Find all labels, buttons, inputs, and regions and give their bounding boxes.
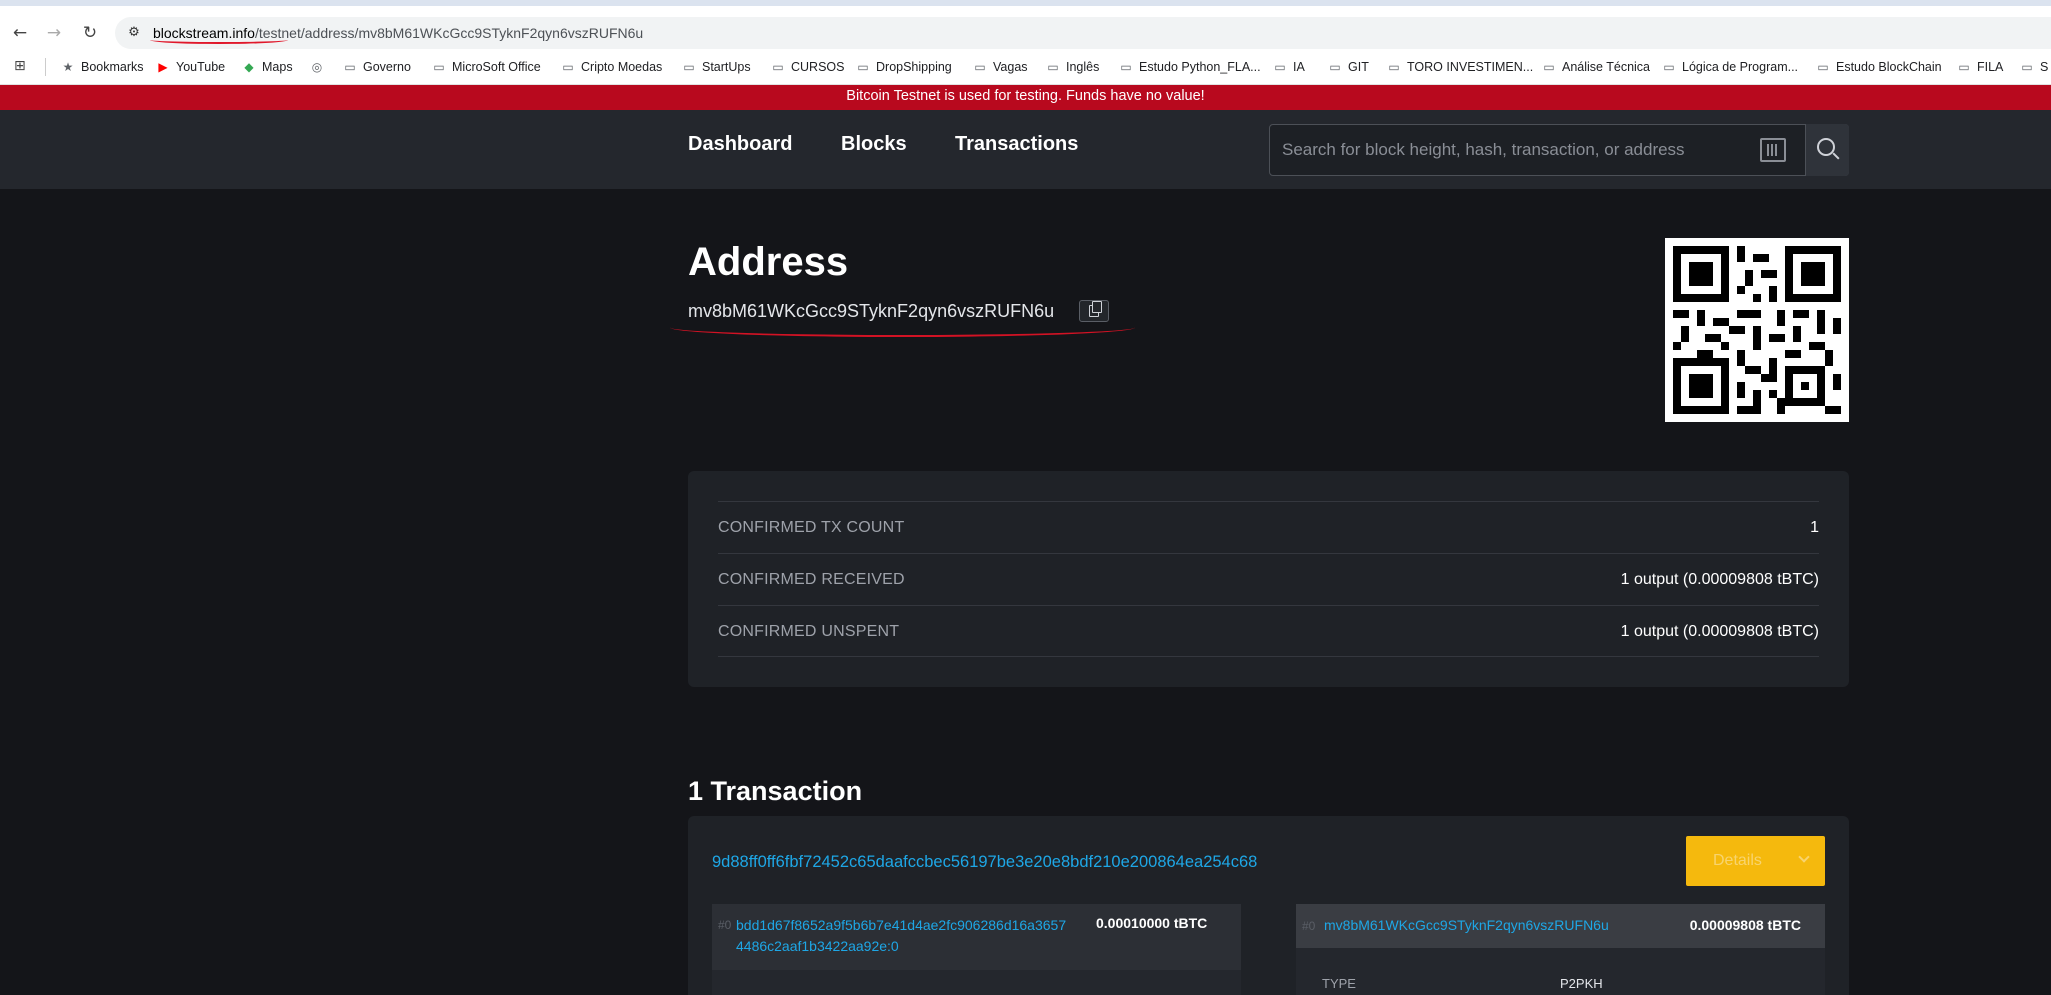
- transaction-card: 9d88ff0ff6fbf72452c65daafccbec56197be3e2…: [688, 816, 1849, 995]
- testnet-warning-banner: Bitcoin Testnet is used for testing. Fun…: [0, 85, 2051, 110]
- folder-icon: ▭: [683, 60, 695, 74]
- folder-icon: ▭: [1817, 60, 1829, 74]
- site-info-icon[interactable]: ⚙: [125, 24, 143, 42]
- output-amount: 0.00009808 tBTC: [1689, 917, 1801, 933]
- folder-icon: ▭: [1274, 60, 1286, 74]
- bookmark-folder[interactable]: ▭ StartUps: [681, 58, 750, 76]
- bookmark-folder[interactable]: ▭ Vagas: [972, 58, 1027, 76]
- transaction-output: #0 mv8bM61WKcGcc9STyknF2qyn6vszRUFN6u 0.…: [1296, 904, 1825, 995]
- transaction-input: #0 bdd1d67f8652a9f5b6b7e41d4ae2fc906286d…: [712, 904, 1241, 995]
- search-button[interactable]: [1805, 124, 1849, 176]
- stat-label: CONFIRMED RECEIVED: [718, 571, 905, 588]
- bookmark-folder[interactable]: ▭ GIT: [1327, 58, 1369, 76]
- address-qr-code: [1665, 238, 1849, 422]
- folder-icon: ▭: [1047, 60, 1059, 74]
- output-type-label: TYPE: [1322, 976, 1356, 991]
- stat-row-tx-count: CONFIRMED TX COUNT 1: [718, 501, 1819, 553]
- folder-icon: ▭: [433, 60, 445, 74]
- address-stats-card: CONFIRMED TX COUNT 1 CONFIRMED RECEIVED …: [688, 471, 1849, 687]
- folder-icon: ▭: [1120, 60, 1132, 74]
- nav-transactions[interactable]: Transactions: [955, 133, 1078, 156]
- back-icon[interactable]: ←: [6, 19, 34, 47]
- stat-value: 1 output (0.00009808 tBTC): [1620, 571, 1819, 588]
- bookmark-folder[interactable]: ▭ IA: [1272, 58, 1304, 76]
- page-title: Address: [688, 240, 849, 284]
- stat-value: 1: [1810, 519, 1819, 536]
- input-amount: 0.00010000 tBTC: [1096, 915, 1208, 931]
- copy-icon: [1089, 301, 1102, 317]
- forward-icon[interactable]: →: [40, 19, 68, 47]
- star-icon: ★: [62, 60, 74, 74]
- transaction-id-link[interactable]: 9d88ff0ff6fbf72452c65daafccbec56197be3e2…: [712, 853, 1257, 872]
- bookmark-folder[interactable]: ▭ S: [2019, 58, 2048, 76]
- output-address-link[interactable]: mv8bM61WKcGcc9STyknF2qyn6vszRUFN6u: [1324, 917, 1609, 933]
- bookmark-item[interactable]: ◆ Maps: [241, 58, 292, 76]
- bookmark-folder[interactable]: ▭ FILA: [1956, 58, 2003, 76]
- reload-icon[interactable]: ↻: [76, 19, 104, 47]
- search-bar: [1269, 124, 1849, 176]
- browser-toolbar: ← → ↻ ⚙ blockstream.info/testnet/address…: [0, 6, 2051, 49]
- input-prevout-link[interactable]: bdd1d67f8652a9f5b6b7e41d4ae2fc906286d16a…: [736, 915, 1096, 957]
- folder-icon: ▭: [562, 60, 574, 74]
- stat-row-unspent: CONFIRMED UNSPENT 1 output (0.00009808 t…: [718, 605, 1819, 657]
- folder-icon: ▭: [2021, 60, 2033, 74]
- transactions-heading: 1 Transaction: [688, 776, 863, 806]
- stat-value: 1 output (0.00009808 tBTC): [1620, 623, 1819, 640]
- folder-icon: ▭: [1543, 60, 1555, 74]
- search-icon: [1817, 138, 1835, 156]
- bookmark-item[interactable]: ◎: [309, 58, 330, 76]
- details-label: Details: [1713, 852, 1762, 869]
- stat-row-received: CONFIRMED RECEIVED 1 output (0.00009808 …: [718, 553, 1819, 605]
- bookmark-folder[interactable]: ▭ Cripto Moedas: [560, 58, 662, 76]
- maps-icon: ◆: [244, 60, 254, 74]
- chevron-down-icon: [1798, 851, 1810, 863]
- bookmark-folder[interactable]: ▭ DropShipping: [855, 58, 951, 76]
- bookmark-item[interactable]: ▶ YouTube: [155, 58, 225, 76]
- site-header: Dashboard Blocks Transactions: [0, 110, 2051, 189]
- address-bar[interactable]: ⚙ blockstream.info/testnet/address/mv8bM…: [115, 17, 2051, 49]
- details-button[interactable]: Details: [1686, 836, 1825, 886]
- search-input[interactable]: [1270, 125, 1740, 175]
- globe-icon: ◎: [311, 60, 323, 74]
- bookmark-folder[interactable]: ▭ TORO INVESTIMEN...: [1386, 58, 1533, 76]
- folder-icon: ▭: [772, 60, 784, 74]
- folder-icon: ▭: [1388, 60, 1400, 74]
- stat-label: CONFIRMED TX COUNT: [718, 519, 905, 536]
- qr-code-graphic: [1673, 246, 1841, 414]
- bookmark-folder[interactable]: ▭ Inglês: [1045, 58, 1099, 76]
- folder-icon: ▭: [1663, 60, 1675, 74]
- nav-blocks[interactable]: Blocks: [841, 133, 907, 156]
- output-index: #0: [1302, 919, 1316, 933]
- youtube-icon: ▶: [158, 60, 168, 74]
- bookmark-folder[interactable]: ▭ Estudo Python_FLA...: [1118, 58, 1260, 76]
- bookmark-item[interactable]: ★ Bookmarks: [60, 58, 144, 76]
- bookmarks-bar: ⊞ ★ Bookmarks ▶ YouTube ◆ Maps ◎ ▭ Governo ▭…: [0, 49, 2051, 85]
- stat-label: CONFIRMED UNSPENT: [718, 623, 900, 640]
- qr-scan-icon[interactable]: [1760, 138, 1786, 162]
- folder-icon: ▭: [1329, 60, 1341, 74]
- bookmark-folder[interactable]: ▭ Governo: [342, 58, 411, 76]
- bookmark-folder[interactable]: ▭ CURSOS: [770, 58, 844, 76]
- bookmark-folder[interactable]: ▭ Estudo BlockChain: [1815, 58, 1941, 76]
- folder-icon: ▭: [974, 60, 986, 74]
- bookmark-folder[interactable]: ▭ Lógica de Program...: [1661, 58, 1798, 76]
- nav-dashboard[interactable]: Dashboard: [688, 133, 792, 156]
- input-index: #0: [718, 918, 732, 932]
- input-header: #0 bdd1d67f8652a9f5b6b7e41d4ae2fc906286d…: [712, 904, 1241, 970]
- folder-icon: ▭: [344, 60, 356, 74]
- folder-icon: ▭: [1958, 60, 1970, 74]
- bookmark-folder[interactable]: ▭ MicroSoft Office: [431, 58, 540, 76]
- annotation-underline-address: [670, 318, 1135, 337]
- output-header: #0 mv8bM61WKcGcc9STyknF2qyn6vszRUFN6u 0.…: [1296, 904, 1825, 948]
- bookmarks-divider: [45, 58, 46, 76]
- bookmark-folder[interactable]: ▭ Análise Técnica: [1541, 58, 1650, 76]
- folder-icon: ▭: [857, 60, 869, 74]
- annotation-underline-url: [150, 36, 288, 44]
- output-type-value: P2PKH: [1560, 976, 1603, 991]
- apps-grid-icon[interactable]: ⊞: [14, 58, 30, 74]
